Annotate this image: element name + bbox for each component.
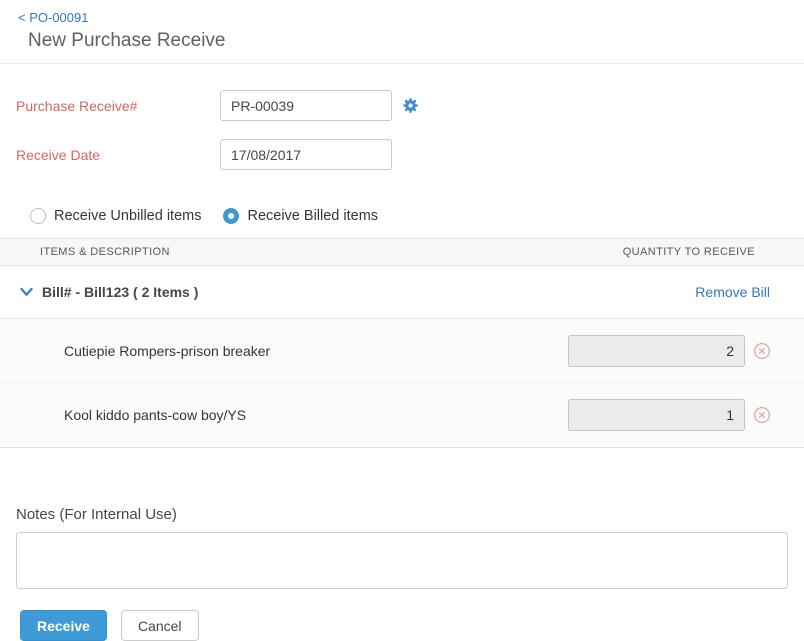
receive-mode-radio-group: Receive Unbilled items Receive Billed it… (0, 208, 804, 224)
column-items-description: ITEMS & DESCRIPTION (40, 246, 170, 258)
radio-receive-billed[interactable]: Receive Billed items (223, 208, 378, 224)
notes-label: Notes (For Internal Use) (16, 506, 788, 523)
receive-date-input[interactable] (220, 139, 392, 170)
gear-icon[interactable] (402, 97, 419, 114)
radio-receive-unbilled[interactable]: Receive Unbilled items (30, 208, 201, 224)
receive-button[interactable]: Receive (20, 610, 107, 641)
radio-billed-label: Receive Billed items (247, 208, 378, 224)
notes-textarea[interactable] (16, 532, 788, 589)
radio-checked-icon[interactable] (223, 208, 239, 224)
item-name: Kool kiddo pants-cow boy/YS (64, 407, 568, 423)
action-buttons: Receive Cancel (0, 594, 804, 641)
back-link-po[interactable]: < PO-00091 (18, 10, 88, 26)
page-header: < PO-00091 New Purchase Receive (0, 0, 804, 64)
receive-date-row: Receive Date (16, 139, 788, 170)
purchase-receive-row: Purchase Receive# (16, 90, 788, 121)
page-title: New Purchase Receive (28, 29, 788, 53)
radio-unchecked-icon[interactable] (30, 208, 46, 224)
chevron-down-icon[interactable] (20, 287, 33, 297)
new-purchase-receive-page: < PO-00091 New Purchase Receive Purchase… (0, 0, 804, 640)
bill-group-row: Bill# - Bill123 ( 2 Items ) Remove Bill (0, 266, 804, 319)
remove-item-icon[interactable] (753, 342, 771, 360)
purchase-receive-label: Purchase Receive# (16, 98, 220, 114)
column-quantity-to-receive: QUANTITY TO RECEIVE (623, 246, 755, 258)
radio-unbilled-label: Receive Unbilled items (54, 208, 201, 224)
receive-date-label: Receive Date (16, 147, 220, 163)
remove-bill-link[interactable]: Remove Bill (695, 284, 770, 300)
purchase-receive-input[interactable] (220, 90, 392, 121)
table-header: ITEMS & DESCRIPTION QUANTITY TO RECEIVE (0, 238, 804, 266)
quantity-input[interactable] (568, 335, 745, 367)
cancel-button[interactable]: Cancel (121, 610, 199, 641)
quantity-input[interactable] (568, 399, 745, 431)
item-name: Cutiepie Rompers-prison breaker (64, 343, 568, 359)
notes-section: Notes (For Internal Use) (0, 506, 804, 594)
table-row: Cutiepie Rompers-prison breaker (0, 319, 804, 383)
bill-title: Bill# - Bill123 ( 2 Items ) (42, 284, 198, 300)
table-row: Kool kiddo pants-cow boy/YS (0, 383, 804, 447)
remove-item-icon[interactable] (753, 406, 771, 424)
form-area: Purchase Receive# Receive Date (0, 64, 804, 170)
bill-group-toggle[interactable]: Bill# - Bill123 ( 2 Items ) (20, 284, 198, 300)
items-table: ITEMS & DESCRIPTION QUANTITY TO RECEIVE … (0, 238, 804, 448)
